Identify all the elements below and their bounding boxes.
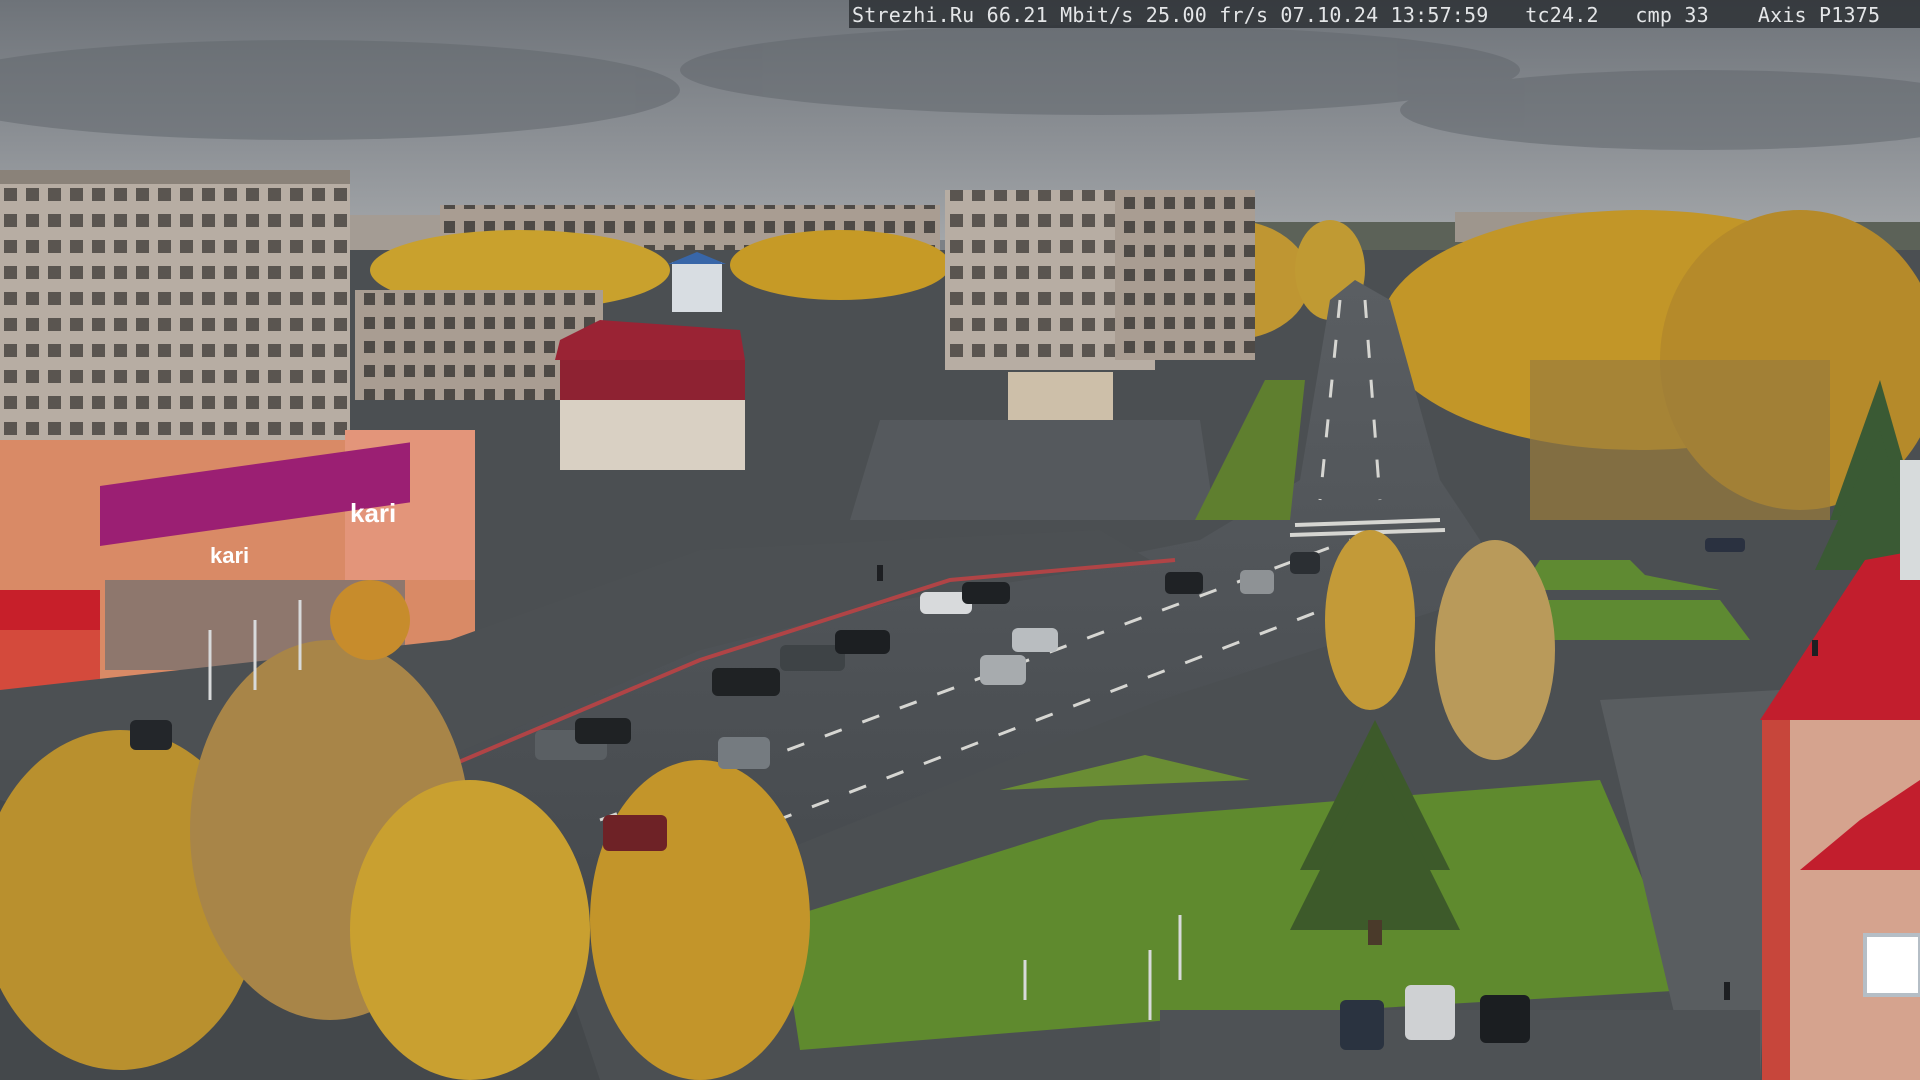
kari-sign-text: kari [350, 498, 396, 528]
low-building [1008, 372, 1113, 420]
webcam-scene: kari kari [0, 0, 1920, 1080]
blue-roof-tower [672, 262, 722, 312]
camera-overlay-text: Strezhi.Ru 66.21 Mbit/s 25.00 fr/s 07.10… [852, 3, 1881, 27]
central-tower-side [1115, 190, 1255, 360]
upper-plaza [850, 420, 1215, 520]
bottom-parking [1160, 1010, 1760, 1080]
right-lawn-middle [1520, 600, 1750, 640]
kari-sign-text-secondary: kari [210, 543, 249, 568]
